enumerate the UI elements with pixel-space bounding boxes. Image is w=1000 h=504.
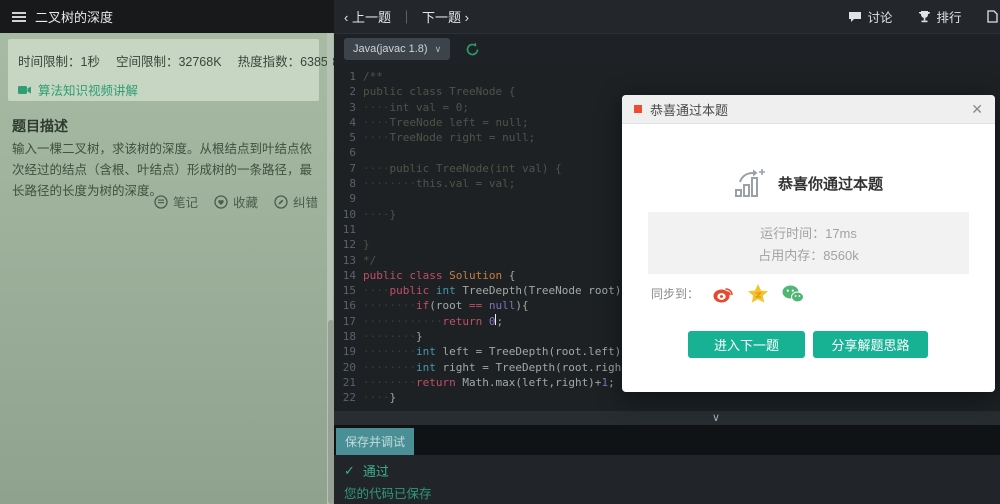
line-number: 4	[349, 115, 356, 129]
prev-question-link[interactable]: ‹ 上一题	[344, 7, 391, 26]
app-root: 二叉树的深度 时间限制：1秒 空间限制：32768K 热度指数：63853 算法…	[0, 0, 1000, 504]
my-submissions-link[interactable]: 我	[987, 7, 1000, 26]
ranking-link[interactable]: 排行	[918, 7, 961, 26]
code-line[interactable]: 1/**	[334, 69, 1000, 84]
page-title: 二叉树的深度	[35, 10, 114, 25]
line-number: 1	[349, 70, 356, 83]
description-heading: 题目描述	[12, 118, 68, 134]
heart-icon	[214, 194, 228, 209]
saved-message: 您的代码已保存	[344, 487, 432, 501]
chat-bubble-icon	[848, 11, 862, 23]
wechat-share-icon[interactable]	[782, 285, 805, 303]
line-number: 13	[342, 253, 356, 267]
modal-header: 恭喜通过本题 ✕	[622, 95, 995, 124]
line-number: 10	[342, 207, 356, 221]
discuss-link[interactable]: 讨论	[848, 7, 892, 26]
sync-row: 同步到：	[651, 284, 995, 303]
line-number: 5	[349, 131, 356, 145]
reset-code-icon[interactable]	[465, 42, 480, 57]
weibo-share-icon[interactable]	[713, 285, 734, 303]
trophy-icon	[918, 10, 931, 23]
pencil-icon	[274, 194, 288, 209]
line-number: 22	[342, 391, 356, 405]
document-icon	[987, 10, 999, 23]
line-number: 3	[349, 100, 356, 114]
line-number: 7	[349, 161, 356, 175]
sync-label: 同步到：	[651, 287, 700, 301]
line-number: 8	[349, 177, 356, 191]
congrats-row: 恭喜你通过本题	[622, 168, 995, 198]
modal-buttons: 进入下一题 分享解题思路	[688, 331, 995, 358]
run-stats-box: 运行时间：17ms 占用内存：8560k	[648, 212, 969, 274]
line-number: 2	[349, 85, 356, 99]
nav-right-group: 讨论 排行 我	[848, 0, 1000, 33]
report-error-button[interactable]: 纠错	[274, 192, 318, 211]
line-number: 16	[342, 299, 356, 313]
editor-toolbar: Java(javac 1.8) ∨	[334, 33, 1000, 64]
collapse-chevron-icon[interactable]: ∨	[712, 411, 720, 425]
close-icon[interactable]: ✕	[971, 101, 983, 118]
line-number: 11	[342, 222, 356, 236]
congrats-text: 恭喜你通过本题	[777, 175, 883, 193]
line-number: 6	[349, 146, 356, 160]
next-question-link[interactable]: 下一题 ›	[422, 7, 469, 26]
save-and-debug-button[interactable]: 保存并调试	[336, 428, 414, 455]
memory-value: 占用内存：8560k	[758, 247, 859, 263]
progress-chart-icon	[734, 168, 768, 198]
editor-fold-strip: ∨	[334, 411, 1000, 425]
favorite-button[interactable]: 收藏	[214, 192, 258, 211]
heat-index: 热度指数：63853	[237, 55, 335, 69]
time-limit: 时间限制：1秒	[18, 55, 100, 69]
share-solution-button[interactable]: 分享解题思路	[813, 331, 928, 358]
run-tab-row: 保存并调试	[334, 425, 1000, 455]
problem-meta-card: 时间限制：1秒 空间限制：32768K 热度指数：63853 算法知识视频讲解	[8, 39, 335, 101]
status-label: 通过	[362, 464, 389, 479]
line-number: 9	[349, 192, 356, 206]
problem-title-bar: 二叉树的深度	[0, 0, 334, 33]
list-icon[interactable]	[12, 11, 26, 23]
line-number: 15	[342, 284, 356, 298]
next-question-button[interactable]: 进入下一题	[688, 331, 805, 358]
line-number: 19	[342, 345, 356, 359]
top-nav-bar: ‹ 上一题 ｜ 下一题 › 讨论 排行 我	[334, 0, 1000, 33]
note-icon	[154, 194, 168, 209]
space-limit: 空间限制：32768K	[115, 55, 222, 69]
nav-separator: ｜	[399, 10, 413, 25]
results-panel: ✓ 通过 您的代码已保存 答案正确:恭喜！您提交的程序通过了所有的测试用例	[334, 455, 1000, 504]
runtime-value: 运行时间：17ms	[760, 225, 857, 241]
video-tutorial-link[interactable]: 算法知识视频讲解	[18, 80, 309, 99]
line-number: 21	[342, 375, 356, 389]
language-select[interactable]: Java(javac 1.8) ∨	[344, 38, 451, 60]
check-icon: ✓	[344, 462, 355, 478]
line-number: 17	[342, 314, 356, 328]
line-number: 14	[342, 268, 356, 282]
note-button[interactable]: 笔记	[154, 192, 198, 211]
line-number: 20	[342, 360, 356, 374]
success-modal: 恭喜通过本题 ✕ 恭喜你通过本题 运行时间：17ms 占用内存：8560k 同步…	[622, 95, 995, 392]
qzone-share-icon[interactable]	[748, 284, 769, 303]
chevron-down-icon: ∨	[434, 43, 442, 54]
line-number: 18	[342, 330, 356, 344]
code-line[interactable]: 22 ····}	[334, 390, 1000, 405]
red-square-icon	[634, 105, 642, 113]
problem-panel: 二叉树的深度 时间限制：1秒 空间限制：32768K 热度指数：63853 算法…	[0, 0, 335, 504]
video-camera-icon	[18, 85, 32, 95]
problem-actions: 笔记 收藏 纠错	[154, 192, 318, 211]
modal-title: 恭喜通过本题	[650, 102, 729, 118]
line-number: 12	[342, 238, 356, 252]
